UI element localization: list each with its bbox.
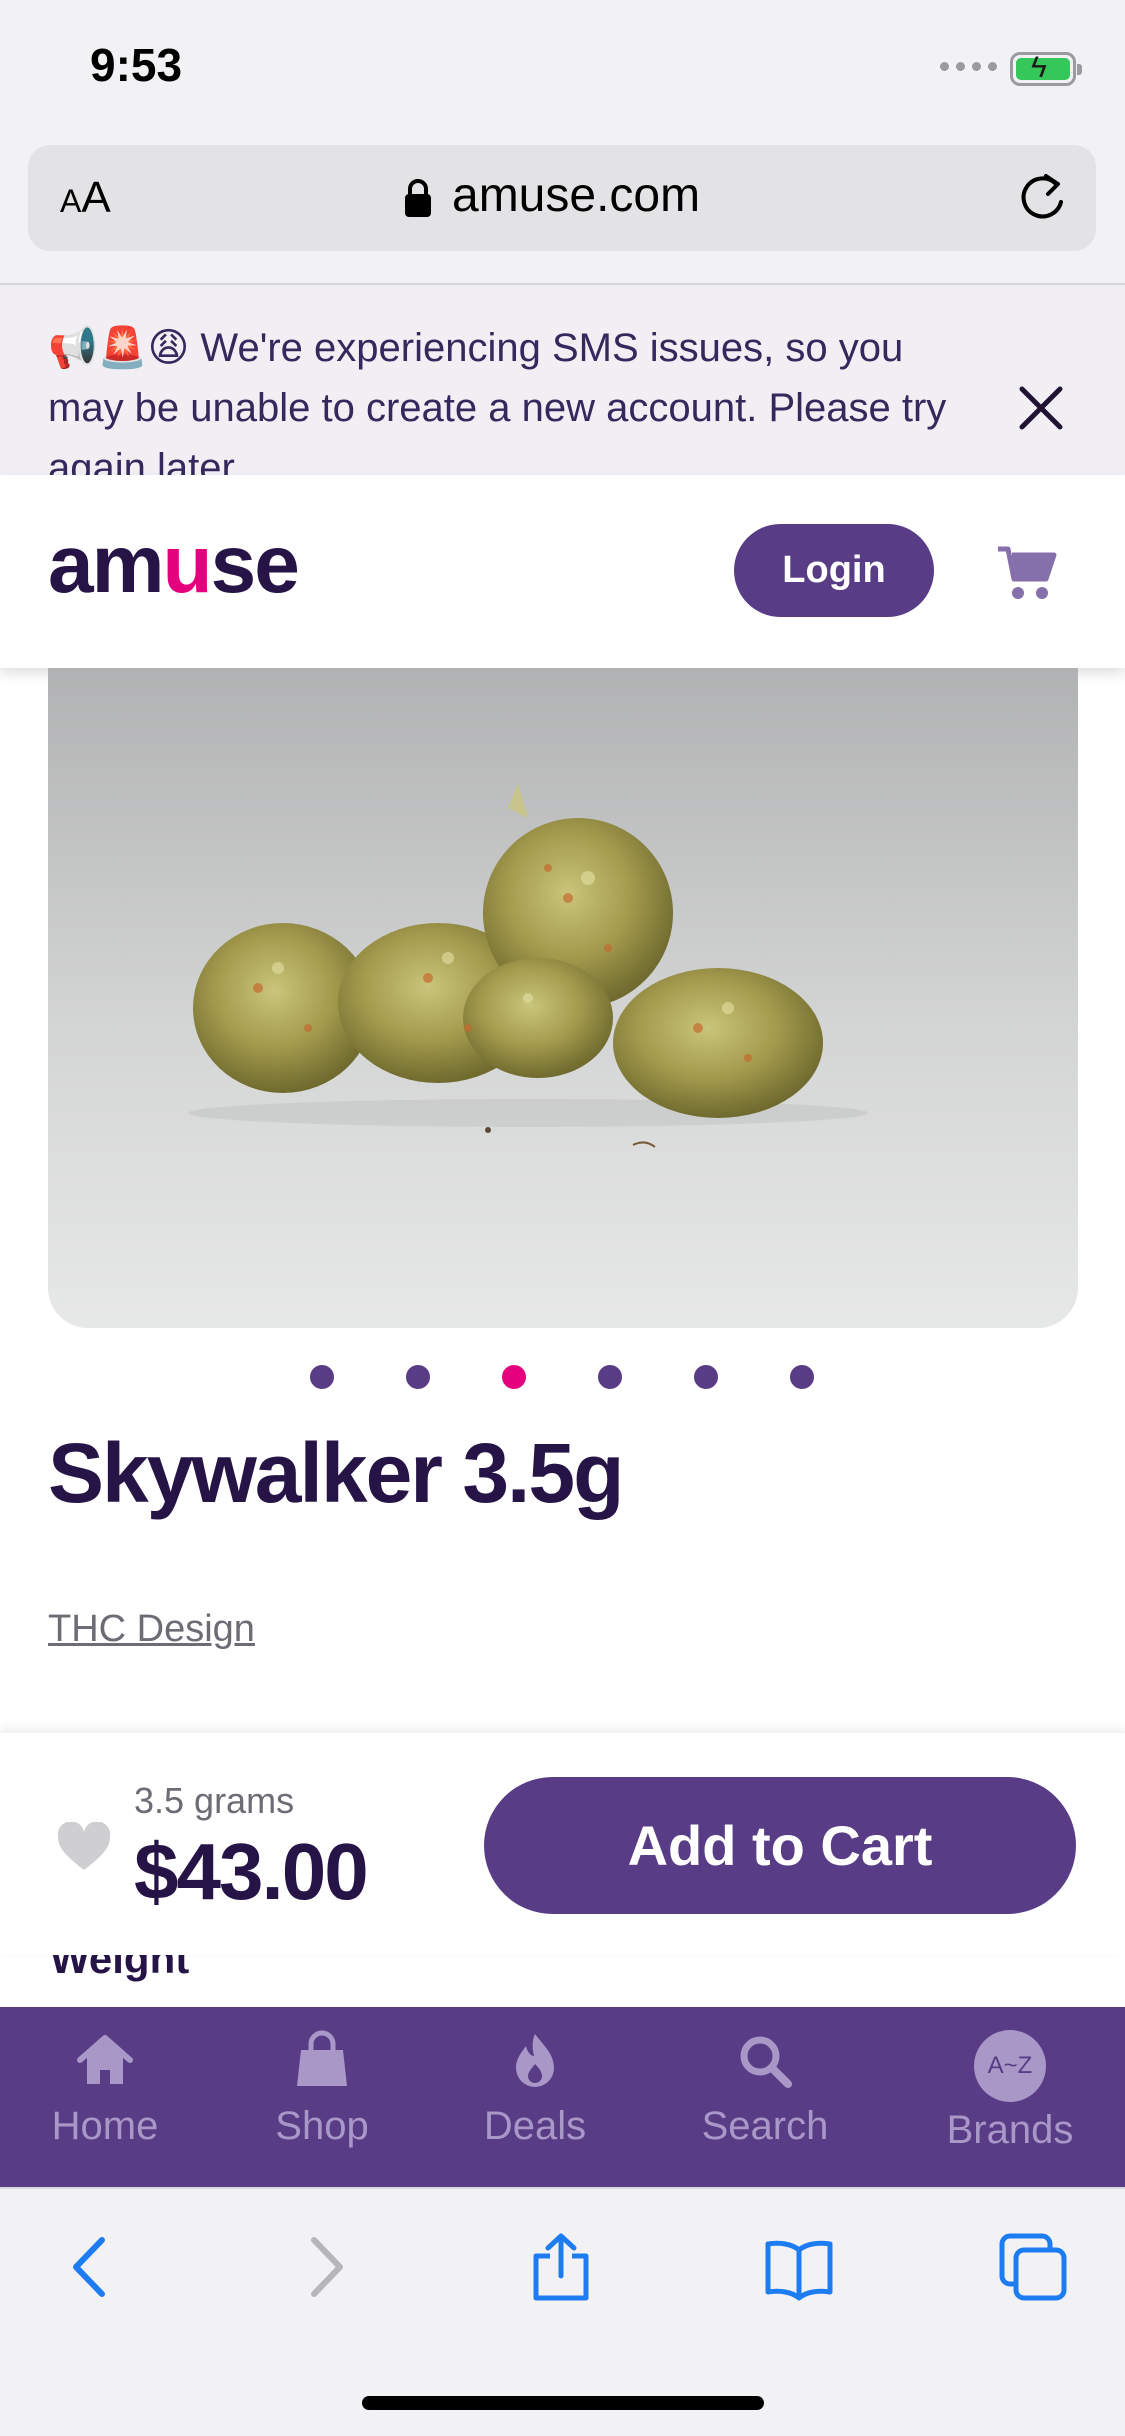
carousel-dot[interactable] [598, 1365, 622, 1389]
bookmarks-icon[interactable] [764, 2232, 834, 2302]
carousel-dot[interactable] [406, 1365, 430, 1389]
product-title: Skywalker 3.5g [48, 1426, 624, 1520]
a-z-icon: A~Z [974, 2030, 1046, 2102]
shopping-bag-icon [297, 2030, 347, 2086]
forward-icon[interactable] [290, 2232, 360, 2302]
flame-icon [516, 2034, 554, 2087]
lock-icon [405, 179, 431, 217]
signal-icon [940, 62, 997, 71]
nav-home-label: Home [51, 2104, 159, 2148]
nav-search-label: Search [701, 2104, 829, 2148]
brand-link[interactable]: THC Design [48, 1608, 255, 1651]
logo-smile: u [162, 519, 213, 610]
carousel-dot[interactable] [790, 1365, 814, 1389]
add-to-cart-button[interactable]: Add to Cart [484, 1777, 1076, 1914]
logo-part: se [210, 519, 300, 610]
nav-shop[interactable]: Shop [222, 2030, 422, 2149]
price: $43.00 [134, 1827, 369, 1916]
banner-message: 📢🚨😩 We're experiencing SMS issues, so yo… [48, 326, 947, 475]
cart-icon[interactable] [996, 543, 1058, 603]
nav-brands[interactable]: A~Z Brands [910, 2030, 1110, 2153]
home-icon [77, 2035, 133, 2084]
carousel-dot[interactable] [310, 1365, 334, 1389]
nav-search[interactable]: Search [665, 2030, 865, 2149]
text-size-button[interactable]: AA [60, 173, 111, 223]
cannabis-buds-illustration [188, 783, 868, 1148]
battery-icon: ϟ [1010, 51, 1082, 86]
nav-brands-label: Brands [946, 2108, 1074, 2152]
login-button[interactable]: Login [734, 524, 934, 617]
product-image[interactable] [48, 668, 1078, 1328]
nav-deals[interactable]: Deals [435, 2030, 635, 2149]
nav-shop-label: Shop [275, 2104, 369, 2148]
heart-icon[interactable] [56, 1822, 112, 1872]
tabs-icon[interactable] [998, 2232, 1068, 2302]
close-icon[interactable] [1016, 383, 1066, 433]
selected-size: 3.5 grams [134, 1780, 295, 1821]
carousel-dot-active[interactable] [502, 1365, 526, 1389]
status-time: 9:53 [90, 39, 183, 91]
logo-part: am [48, 519, 165, 610]
back-icon[interactable] [56, 2232, 126, 2302]
search-icon [740, 2036, 792, 2088]
share-icon[interactable] [526, 2232, 596, 2302]
nav-home[interactable]: Home [5, 2030, 205, 2149]
reload-icon[interactable] [1016, 170, 1068, 224]
nav-deals-label: Deals [483, 2104, 587, 2148]
carousel-dot[interactable] [694, 1365, 718, 1389]
address-domain[interactable]: amuse.com [452, 168, 700, 223]
amuse-logo[interactable]: amuse [48, 518, 300, 612]
home-indicator [362, 2396, 764, 2410]
